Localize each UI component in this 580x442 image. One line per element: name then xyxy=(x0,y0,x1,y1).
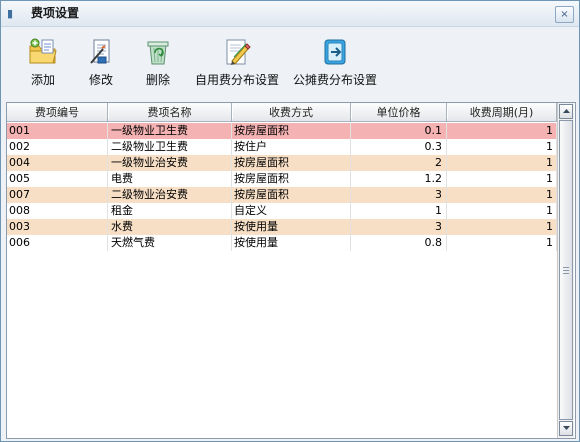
self-use-fee-distribution-button[interactable]: 自用费分布设置 xyxy=(192,37,282,93)
table-row[interactable]: 008 租金 自定义 1 1 xyxy=(7,203,557,219)
cell-price: 0.8 xyxy=(351,235,447,251)
fee-settings-window: ▮ 费项设置 × 添加 修改 删除 自用费分布设置 公摊费分布设置 费项编号 费… xyxy=(0,0,580,442)
cell-method: 按使用量 xyxy=(232,219,351,235)
arrow-up-icon xyxy=(563,109,570,113)
recycle-bin-icon xyxy=(147,41,169,65)
table-row[interactable]: 001 一级物业卫生费 按房屋面积 0.1 1 xyxy=(7,123,557,139)
window-menu-icon[interactable]: ▮ xyxy=(7,7,16,20)
cell-period: 1 xyxy=(447,219,557,235)
column-header-period[interactable]: 收费周期(月) xyxy=(447,103,557,122)
self-use-fee-distribution-label: 自用费分布设置 xyxy=(194,73,279,87)
column-header-code[interactable]: 费项编号 xyxy=(7,103,108,122)
window-title: 费项设置 xyxy=(31,6,80,20)
cell-name: 水费 xyxy=(108,219,232,235)
table-row[interactable]: 006 天燃气费 按使用量 0.8 1 xyxy=(7,235,557,251)
cell-method: 按住户 xyxy=(232,139,351,155)
table-row[interactable]: 003 水费 按使用量 3 1 xyxy=(7,219,557,235)
cell-name: 一级物业卫生费 xyxy=(108,123,232,139)
delete-button-label: 删除 xyxy=(145,73,170,87)
table-header: 费项编号 费项名称 收费方式 单位价格 收费周期(月) xyxy=(7,103,557,123)
delete-button[interactable]: 删除 xyxy=(138,37,178,93)
folder-add-icon xyxy=(29,38,57,64)
table-row[interactable]: 004 一级物业治安费 按房屋面积 2 1 xyxy=(7,155,557,171)
cell-price: 2 xyxy=(351,155,447,171)
cell-period: 1 xyxy=(447,155,557,171)
cell-period: 1 xyxy=(447,203,557,219)
cell-period: 1 xyxy=(447,171,557,187)
cell-period: 1 xyxy=(447,235,557,251)
cell-method: 按使用量 xyxy=(232,235,351,251)
cell-name: 二级物业卫生费 xyxy=(108,139,232,155)
add-button-label: 添加 xyxy=(30,73,55,87)
cell-code: 002 xyxy=(7,139,108,155)
pencil-edit-icon xyxy=(226,39,251,65)
table-row[interactable]: 005 电费 按房屋面积 1.2 1 xyxy=(7,171,557,187)
shared-fee-distribution-button[interactable]: 公摊费分布设置 xyxy=(290,37,380,93)
table-row[interactable]: 007 二级物业治安费 按房屋面积 3 1 xyxy=(7,187,557,203)
column-header-label: 收费方式 xyxy=(269,106,313,119)
column-header-price[interactable]: 单位价格 xyxy=(351,103,447,122)
cell-code: 001 xyxy=(7,123,108,139)
add-button[interactable]: 添加 xyxy=(23,37,63,93)
cell-price: 0.3 xyxy=(351,139,447,155)
edit-button-label: 修改 xyxy=(88,73,113,87)
cell-method: 自定义 xyxy=(232,203,351,219)
cell-name: 电费 xyxy=(108,171,232,187)
export-icon xyxy=(324,39,346,65)
vertical-scrollbar[interactable] xyxy=(557,103,574,438)
cell-code: 005 xyxy=(7,171,108,187)
column-header-label: 费项名称 xyxy=(147,106,192,119)
cell-period: 1 xyxy=(447,123,557,139)
table-row[interactable]: 002 二级物业卫生费 按住户 0.3 1 xyxy=(7,139,557,155)
column-header-method[interactable]: 收费方式 xyxy=(232,103,351,122)
cell-period: 1 xyxy=(447,187,557,203)
edit-document-icon xyxy=(90,39,110,64)
column-header-label: 费项编号 xyxy=(35,106,79,119)
column-header-label: 收费周期(月) xyxy=(469,106,534,119)
cell-method: 按房屋面积 xyxy=(232,123,351,139)
cell-name: 天燃气费 xyxy=(108,235,232,251)
cell-code: 004 xyxy=(7,155,108,171)
cell-name: 租金 xyxy=(108,203,232,219)
cell-price: 0.1 xyxy=(351,123,447,139)
cell-code: 006 xyxy=(7,235,108,251)
cell-code: 007 xyxy=(7,187,108,203)
cell-method: 按房屋面积 xyxy=(232,171,351,187)
cell-name: 二级物业治安费 xyxy=(108,187,232,203)
cell-name: 一级物业治安费 xyxy=(108,155,232,171)
cell-code: 008 xyxy=(7,203,108,219)
cell-price: 1 xyxy=(351,203,447,219)
cell-period: 1 xyxy=(447,139,557,155)
cell-price: 1.2 xyxy=(351,171,447,187)
title-bar: ▮ 费项设置 × xyxy=(1,1,579,27)
toolbar: 添加 修改 删除 自用费分布设置 公摊费分布设置 xyxy=(1,27,579,99)
shared-fee-distribution-label: 公摊费分布设置 xyxy=(292,73,377,87)
close-button[interactable]: × xyxy=(555,6,574,23)
scroll-down-button[interactable] xyxy=(559,421,573,436)
scroll-up-button[interactable] xyxy=(559,104,573,119)
edit-button[interactable]: 修改 xyxy=(81,37,121,93)
cell-method: 按房屋面积 xyxy=(232,187,351,203)
column-header-name[interactable]: 费项名称 xyxy=(108,103,232,122)
arrow-down-icon xyxy=(563,426,570,430)
fee-items-table: 费项编号 费项名称 收费方式 单位价格 收费周期(月) 001 一级物业卫生费 按房… xyxy=(6,102,576,439)
cell-method: 按房屋面积 xyxy=(232,155,351,171)
cell-code: 003 xyxy=(7,219,108,235)
column-header-label: 单位价格 xyxy=(376,106,421,119)
cell-price: 3 xyxy=(351,187,447,203)
cell-price: 3 xyxy=(351,219,447,235)
scrollbar-thumb[interactable] xyxy=(559,120,573,420)
